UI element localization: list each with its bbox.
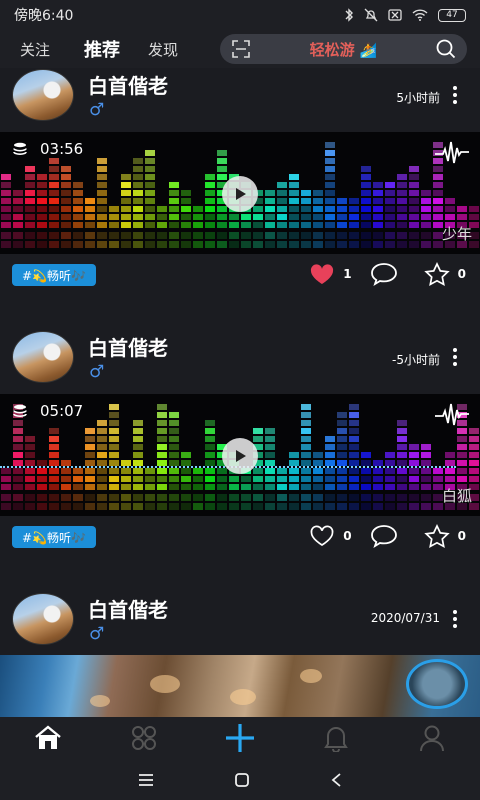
comment-icon <box>370 525 397 548</box>
battery-indicator: 47 <box>438 8 466 22</box>
post-card: 白首偕老 ♂ -5小时前 05:07 白狐 #💫畅听🎶 0 0 <box>0 330 480 560</box>
post-time: 5小时前 <box>396 91 440 105</box>
comment-icon <box>370 263 397 286</box>
like-button[interactable]: 1 <box>309 263 352 285</box>
tab-discover[interactable]: 发现 <box>148 39 178 60</box>
username[interactable]: 白首偕老 <box>88 594 168 623</box>
scan-icon[interactable] <box>230 38 252 60</box>
status-icons: 47 <box>344 8 466 22</box>
bluetooth-icon <box>345 8 353 22</box>
audio-player[interactable]: 05:07 白狐 <box>0 394 480 516</box>
duration-text: 03:56 <box>40 140 84 158</box>
back-icon[interactable] <box>330 772 342 788</box>
song-title: 少年 <box>441 225 472 243</box>
gender-male-icon: ♂ <box>89 362 105 382</box>
favorite-count: 0 <box>457 267 466 281</box>
bottom-nav <box>0 717 480 759</box>
more-icon[interactable] <box>452 608 458 630</box>
tab-following[interactable]: 关注 <box>20 39 50 60</box>
more-icon[interactable] <box>452 346 458 368</box>
like-button[interactable]: 0 <box>309 525 352 547</box>
topic-tag[interactable]: #💫畅听🎶 <box>12 526 96 548</box>
audio-duration: 05:07 <box>12 402 83 420</box>
nav-add[interactable] <box>192 717 288 759</box>
like-count: 0 <box>343 529 352 543</box>
audio-stack-icon <box>13 142 27 156</box>
bell-icon <box>324 727 348 752</box>
status-time: 傍晚6:40 <box>14 8 74 24</box>
comment-button[interactable] <box>370 524 406 548</box>
post-actions: 1 0 <box>291 262 466 286</box>
discover-icon <box>132 726 156 750</box>
gender-male-icon: ♂ <box>89 100 105 120</box>
home-square-icon[interactable] <box>234 772 250 788</box>
post-actions: 0 0 <box>291 524 466 548</box>
duration-text: 05:07 <box>40 402 84 420</box>
star-icon <box>423 262 450 286</box>
play-icon <box>236 188 246 200</box>
topic-tag[interactable]: #💫畅听🎶 <box>12 264 96 286</box>
profile-icon <box>420 725 444 752</box>
waveform-icon <box>435 141 469 164</box>
search-hot-word[interactable]: 轻松游 🏄 <box>252 39 435 60</box>
user-avatar[interactable] <box>12 69 74 121</box>
gender-male-icon: ♂ <box>89 624 105 644</box>
app-screen: 傍晚6:40 47 关注 推荐 发现 轻松游 🏄 白首偕老 ♂ 5小时前 03:… <box>0 0 480 800</box>
nav-profile[interactable] <box>384 717 480 759</box>
wifi-icon <box>412 9 428 21</box>
post-card: 白首偕老 ♂ 5小时前 03:56 少年 #💫畅听🎶 1 0 <box>0 68 480 298</box>
audio-duration: 03:56 <box>12 140 83 158</box>
search-bar[interactable]: 轻松游 🏄 <box>220 34 467 64</box>
favorite-button[interactable]: 0 <box>423 262 466 286</box>
top-header: 关注 推荐 发现 轻松游 🏄 <box>0 30 480 68</box>
favorite-count: 0 <box>457 529 466 543</box>
mute-icon <box>364 8 378 22</box>
heart-outline-icon <box>310 525 334 546</box>
system-nav-bar <box>0 759 480 800</box>
nav-home[interactable] <box>0 717 96 759</box>
sim-off-icon <box>388 9 402 21</box>
play-button[interactable] <box>222 176 258 212</box>
search-icon[interactable] <box>435 38 457 60</box>
waveform-icon <box>435 403 469 426</box>
nav-discover[interactable] <box>96 717 192 759</box>
play-icon <box>236 450 246 462</box>
nav-notifications[interactable] <box>288 717 384 759</box>
post-time: 2020/07/31 <box>370 611 440 625</box>
post-time: -5小时前 <box>392 353 440 367</box>
heart-filled-icon <box>311 264 334 284</box>
user-avatar[interactable] <box>12 593 74 645</box>
like-count: 1 <box>343 267 352 281</box>
add-icon <box>226 724 254 752</box>
audio-stack-icon <box>13 404 27 418</box>
star-icon <box>423 524 450 548</box>
menu-icon[interactable] <box>138 773 154 787</box>
floating-music-badge[interactable] <box>406 659 468 709</box>
song-title: 白狐 <box>441 487 472 505</box>
user-avatar[interactable] <box>12 331 74 383</box>
search-hot-word-emoji: 🏄 <box>359 42 378 59</box>
audio-player[interactable]: 03:56 少年 <box>0 132 480 254</box>
status-bar: 傍晚6:40 47 <box>0 0 480 30</box>
search-hot-word-text: 轻松游 <box>309 40 355 59</box>
username[interactable]: 白首偕老 <box>88 70 168 99</box>
tab-recommended[interactable]: 推荐 <box>84 36 120 62</box>
more-icon[interactable] <box>452 84 458 106</box>
play-button[interactable] <box>222 438 258 474</box>
favorite-button[interactable]: 0 <box>423 524 466 548</box>
comment-button[interactable] <box>370 262 406 286</box>
home-icon <box>35 725 61 749</box>
username[interactable]: 白首偕老 <box>88 332 168 361</box>
